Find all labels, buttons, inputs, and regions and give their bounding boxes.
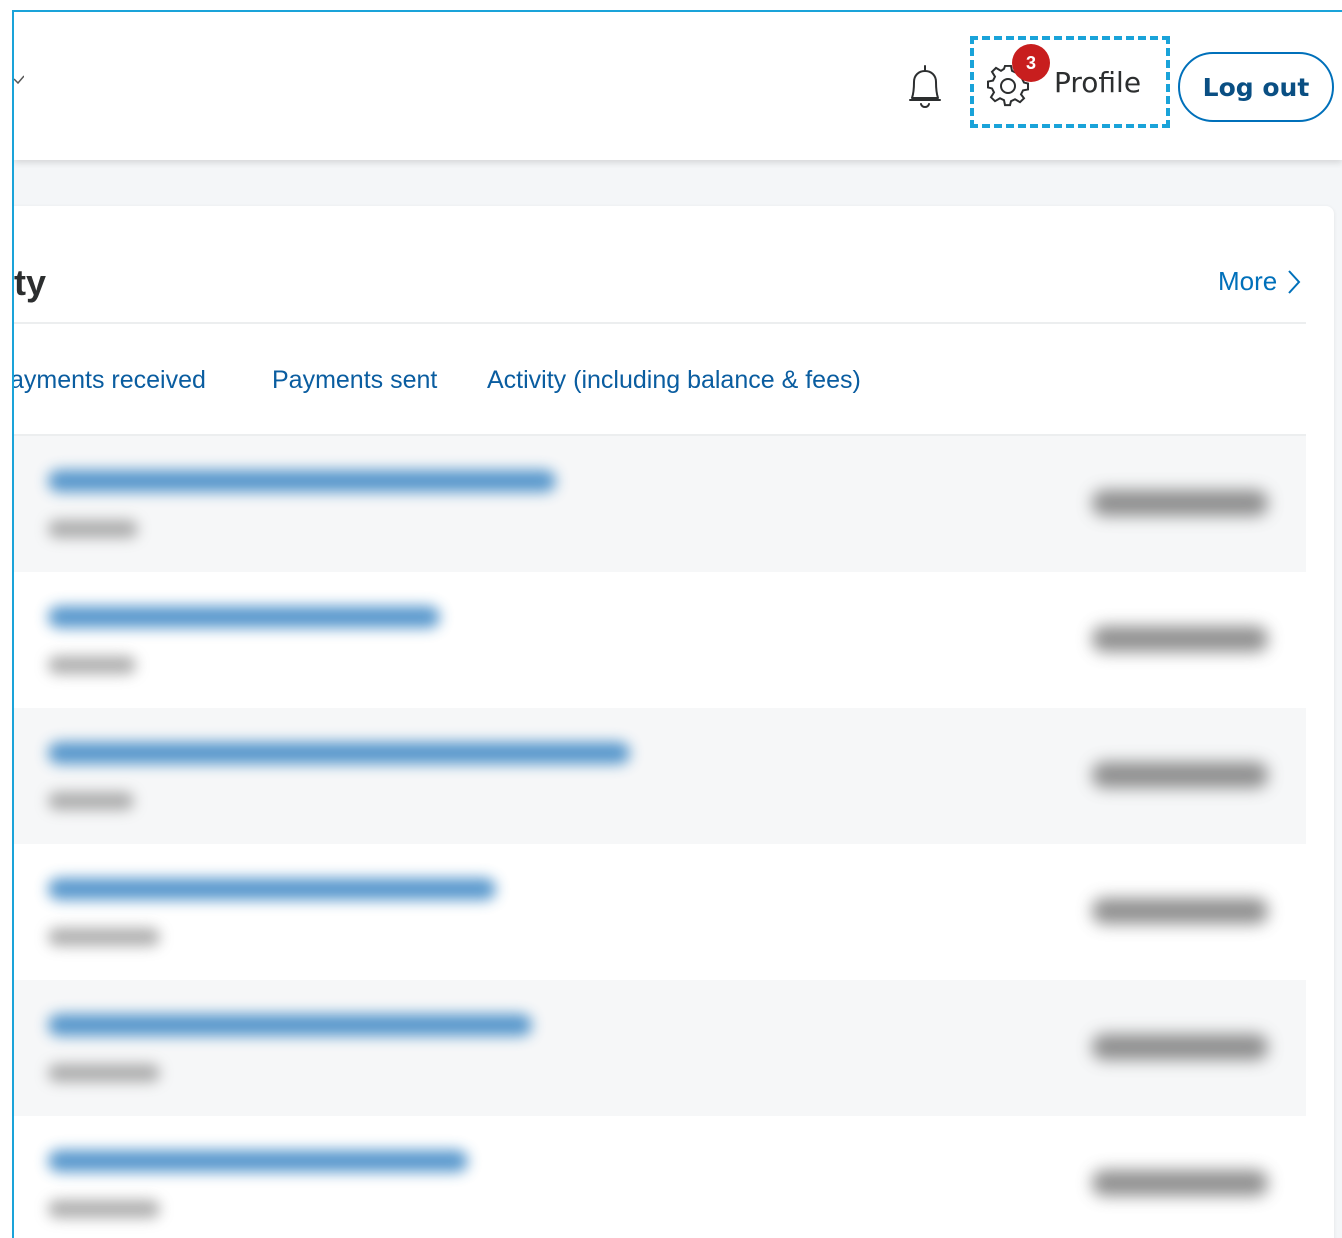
transaction-name	[48, 1014, 532, 1036]
app-frame: 3 Profile Log out ty More ayments receiv…	[12, 10, 1342, 1238]
table-row[interactable]	[14, 1116, 1306, 1238]
transaction-name	[48, 742, 630, 764]
more-link[interactable]: More	[1218, 266, 1277, 297]
table-row[interactable]	[14, 572, 1306, 708]
profile-link[interactable]: Profile	[1054, 66, 1141, 99]
tab-payments-received[interactable]: ayments received	[14, 366, 206, 395]
transaction-amount	[1092, 490, 1268, 516]
transaction-name	[48, 470, 556, 492]
chevron-right-icon[interactable]	[1286, 268, 1302, 296]
transaction-amount	[1092, 626, 1268, 652]
logout-button[interactable]: Log out	[1178, 52, 1334, 122]
notification-count-badge: 3	[1012, 44, 1050, 82]
transaction-status	[48, 520, 138, 538]
table-row[interactable]	[14, 708, 1306, 844]
top-header: 3 Profile Log out	[14, 12, 1342, 160]
transaction-status	[48, 792, 134, 810]
tab-activity-all[interactable]: Activity (including balance & fees)	[487, 366, 861, 395]
transaction-status	[48, 1200, 160, 1218]
bell-icon[interactable]	[902, 62, 948, 112]
transaction-status	[48, 656, 136, 674]
table-row[interactable]	[14, 980, 1306, 1116]
table-row[interactable]	[14, 844, 1306, 980]
transaction-name	[48, 606, 440, 628]
card-title: ty	[14, 262, 47, 303]
transaction-amount	[1092, 898, 1268, 924]
tab-payments-sent[interactable]: Payments sent	[272, 366, 437, 395]
transaction-amount	[1092, 762, 1268, 788]
table-row[interactable]	[14, 436, 1306, 572]
transaction-amount	[1092, 1034, 1268, 1060]
transaction-amount	[1092, 1170, 1268, 1196]
transaction-name	[48, 878, 496, 900]
transaction-name	[48, 1150, 468, 1172]
chevron-down-icon[interactable]	[14, 74, 24, 84]
transaction-status	[48, 928, 160, 946]
transaction-status	[48, 1064, 160, 1082]
divider	[14, 322, 1306, 324]
